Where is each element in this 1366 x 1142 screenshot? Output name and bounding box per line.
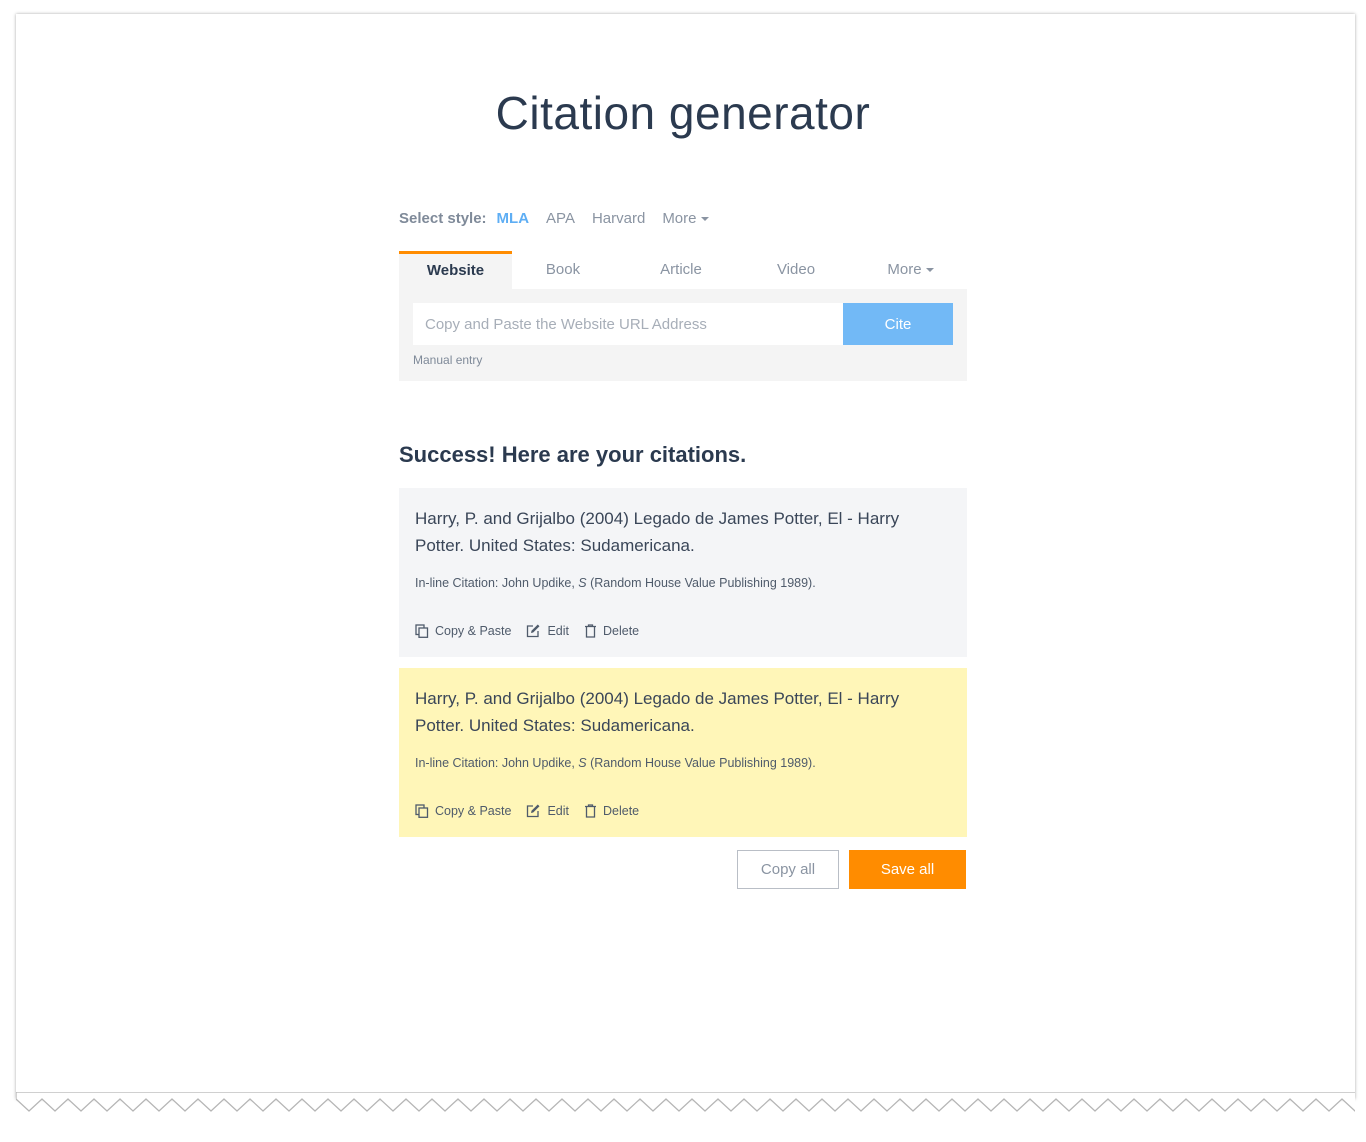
caret-down-icon <box>925 268 934 273</box>
cite-panel: Cite Manual entry <box>399 289 967 381</box>
delete-label: Delete <box>602 804 640 818</box>
style-option-harvard[interactable]: Harvard <box>592 210 645 227</box>
citation-reference: Harry, P. and Grijalbo (2004) Legado de … <box>415 509 900 555</box>
copy-all-button[interactable]: Copy all <box>737 850 839 889</box>
tab-book[interactable]: Book <box>512 251 614 289</box>
save-all-button[interactable]: Save all <box>849 850 966 889</box>
style-selector: Select style: MLA APA Harvard More <box>399 208 726 228</box>
citation-actions: Copy & Paste Edit Delete <box>415 804 654 818</box>
delete-label: Delete <box>602 624 640 638</box>
edit-label: Edit <box>547 624 569 638</box>
caret-down-icon <box>700 216 709 221</box>
style-selector-label: Select style: <box>399 209 487 227</box>
trash-icon <box>584 624 596 638</box>
style-option-more[interactable]: More <box>662 209 709 227</box>
citation-actions: Copy & Paste Edit Delete <box>415 624 654 638</box>
inline-citation-text: In-line Citation: John Updike, <box>415 576 579 590</box>
edit-icon <box>527 804 540 818</box>
inline-citation: In-line Citation: John Updike, S (Random… <box>415 576 816 590</box>
delete-button[interactable]: Delete <box>584 804 639 818</box>
inline-citation: In-line Citation: John Updike, S (Random… <box>415 756 816 770</box>
citation-card-highlighted: Harry, P. and Grijalbo (2004) Legado de … <box>399 668 967 837</box>
style-more-label: More <box>662 209 697 227</box>
cite-button[interactable]: Cite <box>843 303 953 345</box>
edit-button[interactable]: Edit <box>526 804 569 818</box>
tab-website[interactable]: Website <box>399 251 512 289</box>
tab-article[interactable]: Article <box>624 251 738 289</box>
copy-paste-button[interactable]: Copy & Paste <box>415 624 511 638</box>
torn-edge <box>16 1092 1355 1112</box>
copy-paste-label: Copy & Paste <box>435 624 512 638</box>
url-input[interactable] <box>413 303 843 345</box>
trash-icon <box>584 804 596 818</box>
results-heading: Success! Here are your citations. <box>399 442 747 467</box>
tab-more[interactable]: More <box>854 251 967 289</box>
delete-button[interactable]: Delete <box>584 624 639 638</box>
copy-paste-button[interactable]: Copy & Paste <box>415 804 511 818</box>
copy-icon <box>415 624 429 638</box>
inline-citation-source: (Random House Value Publishing 1989). <box>586 576 816 590</box>
copy-icon <box>415 804 429 818</box>
citation-reference: Harry, P. and Grijalbo (2004) Legado de … <box>415 689 900 735</box>
inline-citation-title: S <box>578 756 587 770</box>
edit-button[interactable]: Edit <box>526 624 569 638</box>
edit-icon <box>527 624 540 638</box>
style-option-mla[interactable]: MLA <box>497 210 530 227</box>
source-tabs: Website Book Article Video More <box>399 251 967 289</box>
page-title: Citation generator <box>495 87 871 139</box>
citation-card: Harry, P. and Grijalbo (2004) Legado de … <box>399 488 967 657</box>
tab-more-label: More <box>887 261 922 278</box>
inline-citation-text: In-line Citation: John Updike, <box>415 756 579 770</box>
inline-citation-title: S <box>578 576 587 590</box>
style-option-apa[interactable]: APA <box>546 210 575 227</box>
inline-citation-source: (Random House Value Publishing 1989). <box>586 756 816 770</box>
tab-video[interactable]: Video <box>738 251 854 289</box>
edit-label: Edit <box>547 804 569 818</box>
manual-entry-link[interactable]: Manual entry <box>413 353 482 367</box>
copy-paste-label: Copy & Paste <box>435 804 512 818</box>
